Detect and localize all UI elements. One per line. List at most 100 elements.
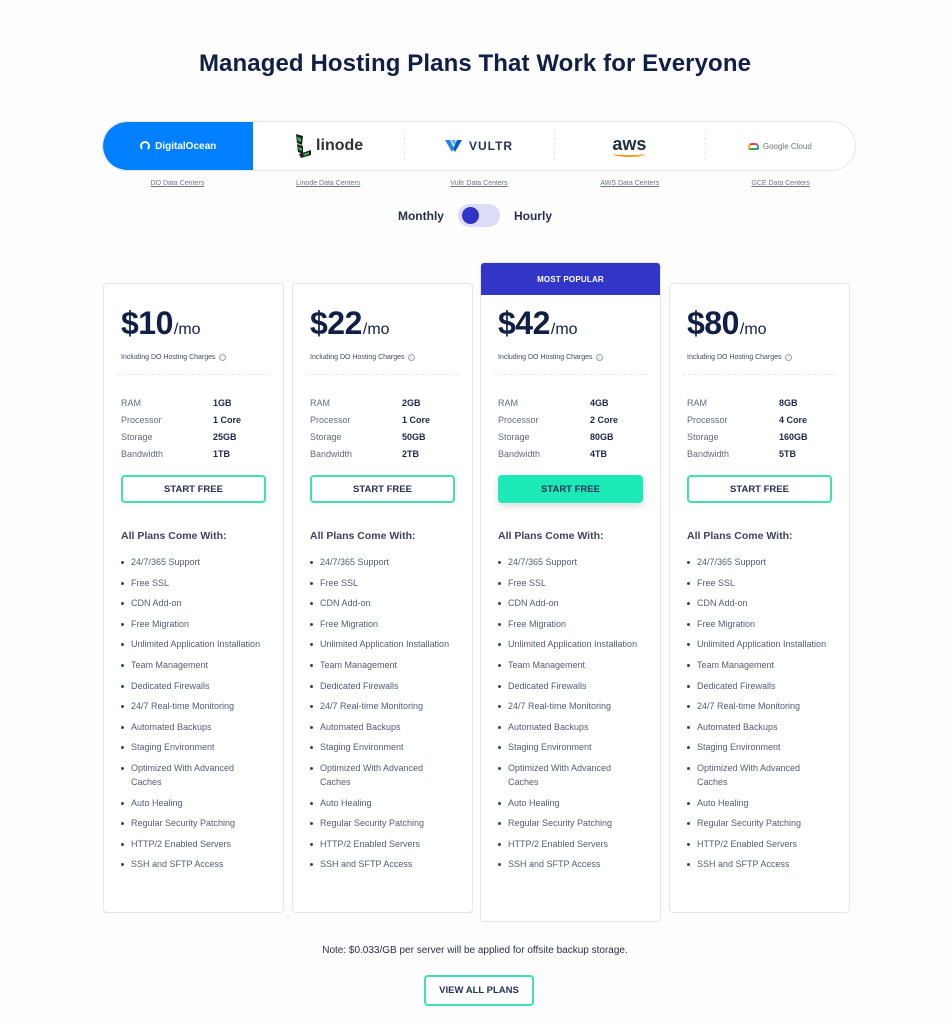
features-list: 24/7/365 Support Free SSL CDN Add-on Free M… [310,555,455,871]
start-free-button[interactable]: START FREE [310,475,455,503]
feature-item: 24/7 Real-time Monitoring [121,699,266,713]
spec-row: Processor 2 Core [498,412,643,429]
monthly-label[interactable]: Monthly [398,209,444,223]
features-title: All Plans Come With: [498,530,604,542]
spec-row: RAM 2GB [310,395,455,412]
provider-tab-linode[interactable]: linode [253,122,403,170]
vultr-data-centers-link[interactable]: Vultr Data Centers [404,180,555,187]
feature-item: CDN Add-on [498,596,643,610]
divider [306,374,459,375]
billing-toggle[interactable] [457,204,500,227]
spec-label: Storage [687,432,719,442]
feature-item: Free Migration [687,617,832,631]
gce-data-centers-link[interactable]: GCE Data Centers [705,180,856,187]
spec-label: RAM [498,398,518,408]
provider-selector: DigitalOcean linode VULTR aws Google Clo… [102,121,856,171]
aws-smile-icon [613,151,646,157]
provider-name: linode [316,137,364,154]
digitalocean-logo: DigitalOcean [140,141,216,152]
feature-item: Unlimited Application Installation [498,637,643,651]
divider [683,374,836,375]
hosting-charges-note: Including DO Hosting Charges i [687,354,832,361]
feature-item: Dedicated Firewalls [687,679,832,693]
hosting-charges-text: Including DO Hosting Charges [121,354,216,361]
feature-item: 24/7/365 Support [687,555,832,569]
spec-value: 1 Core [402,415,431,425]
feature-item: Staging Environment [498,740,643,754]
spec-value: 5TB [779,449,797,459]
hosting-charges-text: Including DO Hosting Charges [687,354,782,361]
linode-icon [294,133,312,159]
feature-item: Staging Environment [121,740,266,754]
aws-logo: aws [612,135,646,157]
provider-name: Google Cloud [762,141,812,151]
price-period: /mo [550,321,578,338]
start-free-button[interactable]: START FREE [687,475,832,503]
plan-price: $42 /mo [498,305,643,342]
google-cloud-logo: Google Cloud [747,141,812,151]
toggle-knob [461,207,479,224]
feature-item: HTTP/2 Enabled Servers [498,837,643,851]
backup-storage-note: Note: $0.033/GB per server will be appli… [322,945,628,956]
info-icon[interactable]: i [595,354,603,361]
feature-item: Automated Backups [687,720,832,734]
feature-item: Dedicated Firewalls [498,679,643,693]
spec-value: 4 Core [779,415,808,425]
info-icon[interactable]: i [218,354,226,361]
view-all-plans-button[interactable]: VIEW ALL PLANS [424,975,534,1006]
feature-item: Auto Healing [687,796,832,810]
spec-row: Bandwidth 2TB [310,446,455,463]
provider-tab-vultr[interactable]: VULTR [403,122,554,170]
spec-row: Bandwidth 5TB [687,446,832,463]
price-amount: $22 [310,305,362,341]
info-icon[interactable]: i [784,354,792,361]
spec-label: Processor [310,415,351,425]
feature-item: Staging Environment [687,740,832,754]
feature-item: HTTP/2 Enabled Servers [687,837,832,851]
feature-item: 24/7/365 Support [310,555,455,569]
provider-tab-aws[interactable]: aws [554,122,704,170]
feature-item: Free Migration [121,617,266,631]
spec-row: Storage 25GB [121,429,266,446]
do-data-centers-link[interactable]: DO Data Centers [102,180,253,187]
linode-data-centers-link[interactable]: Linode Data Centers [253,180,404,187]
feature-item: 24/7 Real-time Monitoring [310,699,455,713]
digitalocean-icon [140,141,151,151]
spec-label: RAM [121,398,141,408]
feature-item: Free SSL [498,576,643,590]
feature-item: Team Management [498,658,643,672]
divider [494,374,647,375]
feature-item: 24/7/365 Support [498,555,643,569]
provider-tab-digitalocean[interactable]: DigitalOcean [103,122,254,170]
info-icon[interactable]: i [407,354,415,361]
feature-item: Free SSL [121,576,266,590]
plan-card-3: MOST POPULAR $42 /mo Including DO Hostin… [480,262,661,922]
aws-data-centers-link[interactable]: AWS Data Centers [554,180,705,187]
feature-item: Regular Security Patching [498,816,643,830]
start-free-button[interactable]: START FREE [121,475,266,503]
plan-specs: RAM 8GB Processor 4 Core Storage 160GB Bandwid… [687,395,832,463]
spec-value: 2GB [402,398,421,408]
billing-toggle-row: Monthly Hourly [0,204,950,227]
page-title: Managed Hosting Plans That Work for Ever… [198,50,752,77]
start-free-button[interactable]: START FREE [498,475,643,503]
feature-item: HTTP/2 Enabled Servers [121,837,266,851]
feature-item: Optimized With Advanced Caches [498,761,643,789]
feature-item: CDN Add-on [687,596,832,610]
feature-item: Optimized With Advanced Caches [310,761,455,789]
spec-label: Bandwidth [121,449,164,459]
spec-value: 1TB [213,449,231,459]
spec-row: Processor 1 Core [121,412,266,429]
hourly-label[interactable]: Hourly [514,209,552,223]
spec-value: 8GB [779,398,798,408]
price-period: /mo [173,321,201,338]
plan-card-1: $10 /mo Including DO Hosting Charges i R… [103,283,284,913]
feature-item: HTTP/2 Enabled Servers [310,837,455,851]
spec-row: Bandwidth 4TB [498,446,643,463]
hosting-charges-note: Including DO Hosting Charges i [498,354,643,361]
hosting-charges-text: Including DO Hosting Charges [310,354,405,361]
google-cloud-icon [747,142,759,150]
spec-label: RAM [310,398,330,408]
provider-tab-google-cloud[interactable]: Google Cloud [704,122,855,170]
spec-label: Bandwidth [498,449,541,459]
